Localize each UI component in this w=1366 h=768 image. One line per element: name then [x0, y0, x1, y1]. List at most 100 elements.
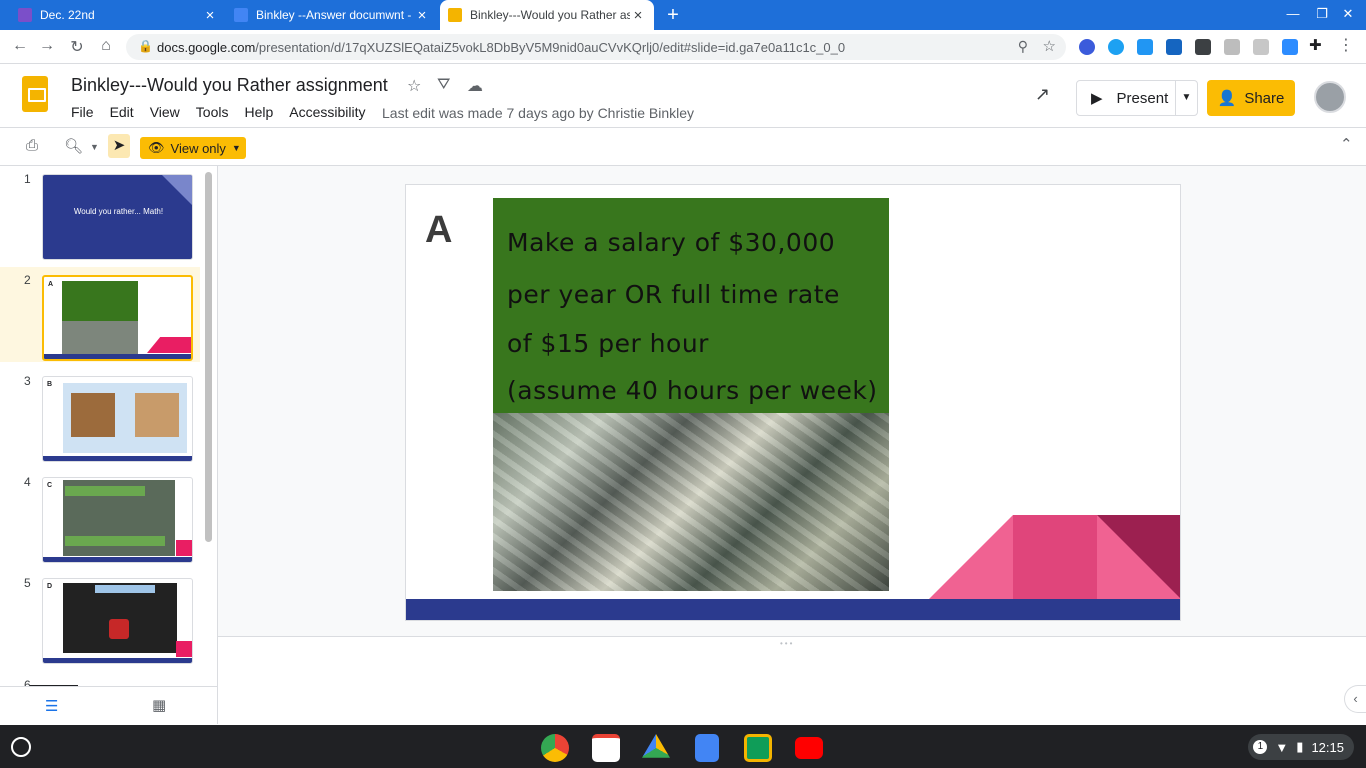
extension-zoom-icon[interactable] [1282, 39, 1298, 55]
extensions-puzzle-icon[interactable]: ✚ [1309, 36, 1325, 54]
thumb-caption: B [47, 381, 53, 388]
view-only-label: View only [170, 140, 226, 156]
list-view-icon[interactable]: ☰ [45, 697, 58, 715]
back-icon[interactable]: ← [10, 37, 30, 55]
close-window-icon[interactable]: ✕ [1338, 6, 1358, 22]
restore-icon[interactable]: ❐ [1312, 6, 1332, 22]
classroom-icon [18, 8, 32, 22]
person-icon: 👤 [1217, 90, 1237, 107]
slides-toolbar: ⎙ 🔍︎ ▼ ➤ 👁 View only ▼ ⌃ [0, 128, 1366, 166]
close-icon[interactable]: × [630, 7, 646, 24]
launcher-icon[interactable] [11, 737, 31, 757]
filmstrip-slide-5[interactable]: 5 D [0, 570, 200, 665]
status-area[interactable]: 1 ▼ ▮ 12:15 [1248, 734, 1354, 760]
tab-would-you-rather[interactable]: Binkley---Would you Rather assig × [440, 0, 654, 30]
tab-title: Binkley---Would you Rather assig [470, 8, 630, 22]
minimize-icon[interactable]: — [1283, 6, 1303, 21]
tab-strip: Dec. 22nd × Binkley --Answer documwnt - … [0, 0, 1366, 30]
menu-help[interactable]: Help [244, 104, 273, 120]
slide-number: 2 [24, 273, 31, 287]
extension-grey-icon[interactable] [1224, 39, 1240, 55]
question-line-1: Make a salary of $30,000 [507, 228, 836, 257]
select-cursor-icon[interactable]: ➤ [108, 134, 130, 158]
zoom-icon[interactable]: ⚲ [1018, 38, 1028, 55]
star-icon[interactable]: ☆ [407, 76, 421, 96]
close-icon[interactable]: × [414, 7, 430, 24]
url-path: /presentation/d/17qXUZSlEQataiZ5vokL8DbB… [255, 40, 846, 55]
grid-view-icon[interactable]: ▦ [152, 696, 166, 714]
slide-thumbnail: C [42, 477, 193, 563]
more-menu-icon[interactable]: ⋮ [1338, 35, 1354, 54]
tab-title: Binkley --Answer documwnt - Go [256, 8, 414, 22]
present-label: Present [1116, 89, 1169, 107]
tab-title: Dec. 22nd [40, 8, 95, 22]
question-line-3: of $15 per hour [507, 329, 709, 358]
slides-header: Binkley---Would you Rather assignment ☆ … [0, 64, 1366, 128]
activity-trend-icon[interactable]: ↗ [1035, 84, 1050, 105]
docs-app-icon[interactable] [695, 734, 719, 762]
current-slide[interactable]: A Make a salary of $30,000 per year OR f… [405, 184, 1181, 621]
browser-toolbar: ← → ↻ ⌂ 🔒 docs.google.com/presentation/d… [0, 30, 1366, 64]
address-bar[interactable]: 🔒 docs.google.com/presentation/d/17qXUZS… [126, 34, 1066, 60]
slide-filmstrip: 1 Would you rather... Math! 2 A 3 B 4 C [0, 166, 218, 686]
notes-resize-handle[interactable]: ••• [780, 639, 794, 648]
bookmark-star-icon[interactable]: ☆ [1043, 37, 1056, 55]
view-only-button[interactable]: 👁 View only ▼ [140, 137, 246, 159]
docs-icon [234, 8, 248, 22]
eye-icon: 👁 [148, 140, 165, 155]
classroom-app-icon[interactable] [744, 734, 772, 762]
document-title[interactable]: Binkley---Would you Rather assignment [71, 75, 388, 96]
youtube-app-icon[interactable] [795, 737, 823, 759]
last-edit-link[interactable]: Last edit was made 7 days ago by Christi… [382, 105, 694, 121]
share-button[interactable]: 👤 Share [1207, 80, 1295, 116]
side-panel-chevron-icon[interactable]: ‹ [1344, 685, 1366, 713]
slide-thumbnail: D [42, 578, 193, 664]
present-button[interactable]: ▶ Present ▼ [1076, 80, 1198, 116]
extension-bookmark-icon[interactable] [1137, 39, 1153, 55]
slide-number: 4 [24, 475, 31, 489]
tab-answer-document[interactable]: Binkley --Answer documwnt - Go × [226, 0, 438, 30]
drive-app-icon[interactable] [642, 734, 670, 758]
slide-thumbnail: Would you rather... Math! [42, 174, 193, 260]
filmstrip-slide-4[interactable]: 4 C [0, 469, 200, 564]
home-icon[interactable]: ⌂ [96, 37, 116, 55]
forward-icon[interactable]: → [37, 37, 57, 55]
menu-edit[interactable]: Edit [110, 104, 134, 120]
slides-logo-icon[interactable] [22, 76, 48, 112]
reload-icon[interactable]: ↻ [67, 37, 87, 57]
cloud-status-icon: ☁ [467, 78, 483, 95]
menu-tools[interactable]: Tools [196, 104, 229, 120]
slide-number: 3 [24, 374, 31, 388]
clock-time: 12:15 [1311, 739, 1344, 755]
move-to-drive-icon[interactable]: ⛛ [437, 76, 450, 94]
slide-number: 1 [24, 172, 31, 186]
speaker-notes[interactable]: ••• ‹ [218, 636, 1366, 725]
tab-dec-22nd[interactable]: Dec. 22nd × [10, 0, 226, 30]
present-dropdown-icon[interactable]: ▼ [1175, 81, 1197, 115]
extension-b-icon[interactable] [1166, 39, 1182, 55]
extension-blue-icon[interactable] [1108, 39, 1124, 55]
close-icon[interactable]: × [202, 7, 218, 24]
filmstrip-scrollbar[interactable] [205, 172, 212, 542]
account-avatar[interactable] [1314, 81, 1346, 113]
extension-chat-icon[interactable] [1195, 39, 1211, 55]
share-label: Share [1244, 89, 1285, 107]
zoom-dropdown-icon[interactable]: ▼ [90, 142, 99, 152]
gmail-app-icon[interactable] [592, 734, 620, 762]
menu-accessibility[interactable]: Accessibility [289, 104, 365, 120]
menu-file[interactable]: File [71, 104, 94, 120]
question-line-2: per year OR full time rate [507, 280, 840, 309]
hide-menus-chevron-icon[interactable]: ⌃ [1340, 135, 1353, 153]
chrome-app-icon[interactable] [541, 734, 569, 762]
filmstrip-slide-3[interactable]: 3 B [0, 368, 200, 463]
new-tab-button[interactable]: + [662, 4, 684, 27]
menu-view[interactable]: View [150, 104, 180, 120]
filmstrip-slide-1[interactable]: 1 Would you rather... Math! [0, 166, 200, 261]
print-icon[interactable]: ⎙ [26, 137, 38, 154]
extension-k-icon[interactable] [1079, 39, 1095, 55]
extension-car-icon[interactable] [1253, 39, 1269, 55]
zoom-icon[interactable]: 🔍︎ [64, 137, 83, 155]
filmstrip-slide-2[interactable]: 2 A [0, 267, 200, 362]
url-domain: docs.google.com [157, 40, 256, 55]
lock-icon: 🔒 [138, 39, 153, 53]
